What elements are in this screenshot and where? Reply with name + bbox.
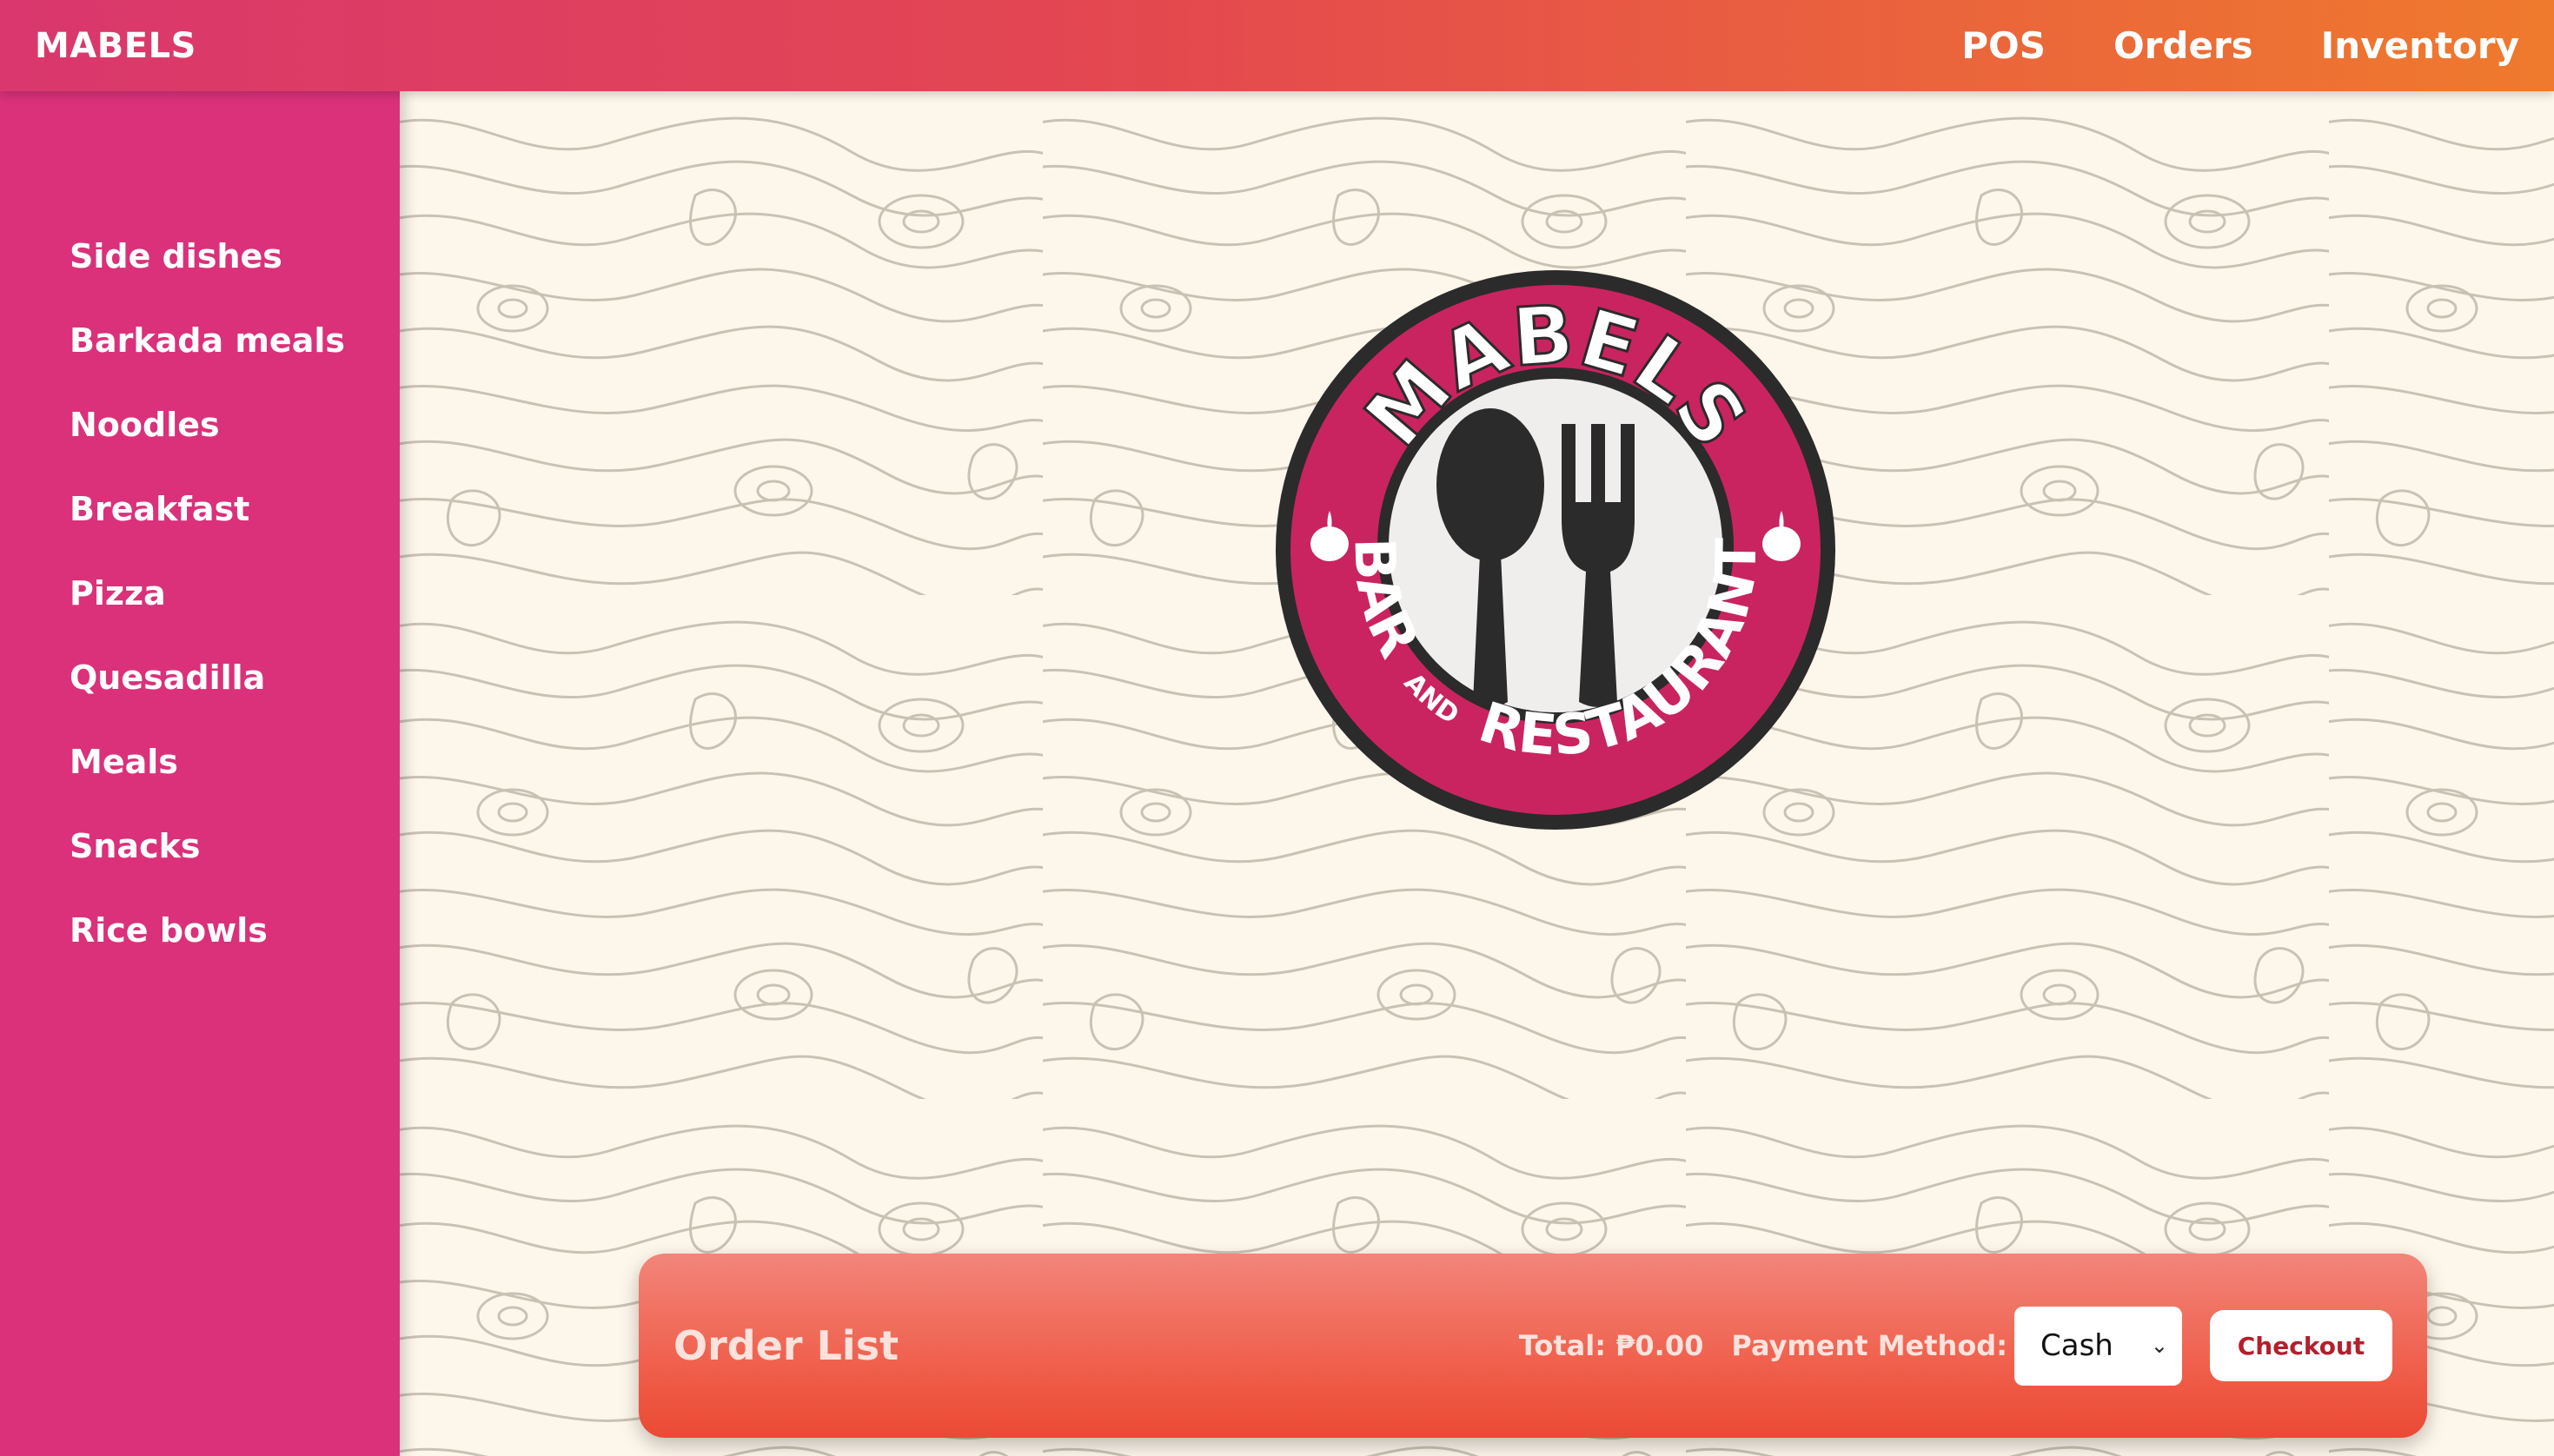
sidebar-item-side-dishes[interactable]: Side dishes	[70, 230, 400, 314]
brand-title[interactable]: MABELS	[35, 26, 196, 66]
sidebar-item-quesadilla[interactable]: Quesadilla	[70, 652, 400, 736]
restaurant-logo: MABELS BAR AND RESTAURANT	[1276, 270, 1835, 830]
order-summary: Total: ₱0.00 Payment Method: Cash ⌄ Chec…	[1518, 1306, 2392, 1386]
payment-method-value: Cash	[2040, 1328, 2113, 1363]
nav-links: POS Orders Inventory	[1961, 24, 2519, 67]
sidebar-item-snacks[interactable]: Snacks	[70, 820, 400, 904]
nav-link-pos[interactable]: POS	[1961, 24, 2046, 67]
sidebar-item-noodles[interactable]: Noodles	[70, 399, 400, 483]
checkout-button[interactable]: Checkout	[2210, 1310, 2392, 1381]
category-sidebar: Side dishes Barkada meals Noodles Breakf…	[0, 91, 400, 1456]
sidebar-item-rice-bowls[interactable]: Rice bowls	[70, 904, 400, 989]
top-navbar: MABELS POS Orders Inventory	[0, 0, 2554, 91]
sidebar-item-breakfast[interactable]: Breakfast	[70, 483, 400, 567]
nav-link-orders[interactable]: Orders	[2113, 24, 2253, 67]
nav-link-inventory[interactable]: Inventory	[2321, 24, 2519, 67]
chevron-down-icon: ⌄	[2150, 1334, 2168, 1358]
sidebar-item-barkada-meals[interactable]: Barkada meals	[70, 314, 400, 399]
order-list-bar: Order List Total: ₱0.00 Payment Method: …	[639, 1254, 2427, 1438]
payment-method-select[interactable]: Cash ⌄	[2014, 1306, 2182, 1386]
sidebar-item-pizza[interactable]: Pizza	[70, 567, 400, 652]
sidebar-item-meals[interactable]: Meals	[70, 736, 400, 820]
payment-method-label: Payment Method:	[1731, 1329, 2007, 1362]
order-list-title[interactable]: Order List	[673, 1322, 899, 1369]
order-total: Total: ₱0.00	[1518, 1329, 1704, 1362]
